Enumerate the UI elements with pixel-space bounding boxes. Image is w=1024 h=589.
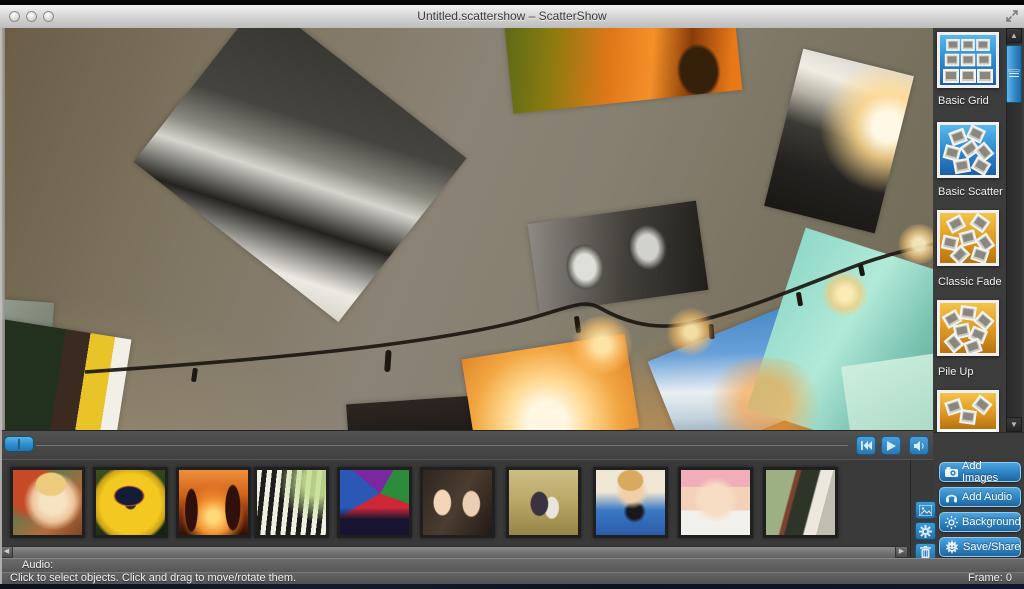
window-left-edge bbox=[0, 28, 2, 584]
camera-icon bbox=[945, 467, 958, 477]
add-audio-button[interactable]: Add Audio bbox=[939, 487, 1021, 507]
filmstrip-scroll-right-button[interactable]: ▶ bbox=[895, 546, 908, 558]
skip-to-start-button[interactable] bbox=[856, 436, 876, 455]
fullscreen-icon[interactable] bbox=[1006, 10, 1018, 22]
add-audio-label: Add Audio bbox=[962, 491, 1012, 503]
scrollbar-grip-lines bbox=[1009, 70, 1019, 71]
template-sidebar: Basic Grid Basic Scatter bbox=[933, 28, 1024, 558]
filmstrip-thumbnail[interactable] bbox=[420, 467, 495, 538]
template-basic-grid[interactable] bbox=[937, 32, 999, 88]
filmstrip-thumbnail[interactable] bbox=[593, 467, 668, 538]
hint-status-bar: Click to select objects. Click and drag … bbox=[0, 572, 1024, 584]
background-button[interactable]: Background bbox=[939, 512, 1021, 532]
background-label: Background bbox=[962, 516, 1021, 528]
gear-icon bbox=[919, 525, 932, 538]
timeline-scrubber-handle[interactable] bbox=[4, 436, 34, 452]
string-lights bbox=[0, 28, 933, 430]
image-icon bbox=[919, 505, 932, 516]
audio-label: Audio: bbox=[22, 559, 53, 571]
filmstrip-thumbnail[interactable] bbox=[254, 467, 329, 538]
play-icon bbox=[887, 441, 896, 451]
play-button[interactable] bbox=[881, 436, 901, 455]
hint-text: Click to select objects. Click and drag … bbox=[10, 572, 296, 584]
volume-button[interactable] bbox=[909, 436, 929, 455]
filmstrip-thumbnail[interactable] bbox=[506, 467, 581, 538]
scroll-down-button[interactable]: ▼ bbox=[1006, 417, 1022, 432]
template-basic-scatter[interactable] bbox=[937, 122, 999, 178]
speaker-icon bbox=[914, 441, 925, 451]
skip-to-start-icon bbox=[861, 441, 872, 450]
template-pile-up[interactable] bbox=[937, 300, 999, 356]
filmstrip-thumbnail[interactable] bbox=[763, 467, 838, 538]
audio-status-bar: Audio: bbox=[0, 558, 1024, 572]
template-classic-fade[interactable] bbox=[937, 210, 999, 266]
add-images-button[interactable]: Add Images bbox=[939, 462, 1021, 482]
scattershow-window: Untitled.scattershow – ScatterShow bbox=[0, 0, 1024, 589]
preview-canvas[interactable] bbox=[0, 28, 933, 430]
desktop-strip bbox=[0, 584, 1024, 589]
trash-icon bbox=[920, 546, 931, 558]
settings-button[interactable] bbox=[915, 522, 936, 540]
panel-divider bbox=[910, 460, 911, 559]
save-share-button[interactable]: Save/Share bbox=[939, 537, 1021, 557]
filmstrip-scrollbar-track[interactable] bbox=[0, 546, 908, 558]
template-scrollbar-thumb[interactable] bbox=[1006, 45, 1022, 103]
template-partial[interactable] bbox=[937, 390, 999, 432]
filmstrip-thumbnail[interactable] bbox=[678, 467, 753, 538]
image-options-button[interactable] bbox=[915, 501, 936, 519]
timeline-track[interactable] bbox=[36, 444, 848, 446]
add-images-label: Add Images bbox=[962, 460, 1020, 484]
filmstrip-thumbnail[interactable] bbox=[93, 467, 168, 538]
window-titlebar[interactable]: Untitled.scattershow – ScatterShow bbox=[0, 5, 1024, 29]
sun-icon bbox=[945, 516, 958, 529]
save-share-label: Save/Share bbox=[963, 541, 1020, 553]
filmstrip-thumbnail[interactable] bbox=[176, 467, 251, 538]
filmstrip-thumbnail[interactable] bbox=[10, 467, 85, 538]
filmstrip-thumbnail[interactable] bbox=[337, 467, 412, 538]
window-title: Untitled.scattershow – ScatterShow bbox=[0, 9, 1024, 23]
timeline-bar[interactable] bbox=[0, 430, 933, 459]
share-star-icon bbox=[945, 540, 959, 554]
filmstrip-panel: ◀ ▶ bbox=[0, 459, 933, 558]
headphones-icon bbox=[945, 491, 958, 503]
frame-counter: Frame: 0 bbox=[968, 573, 1012, 584]
scroll-up-button[interactable]: ▲ bbox=[1006, 28, 1022, 43]
